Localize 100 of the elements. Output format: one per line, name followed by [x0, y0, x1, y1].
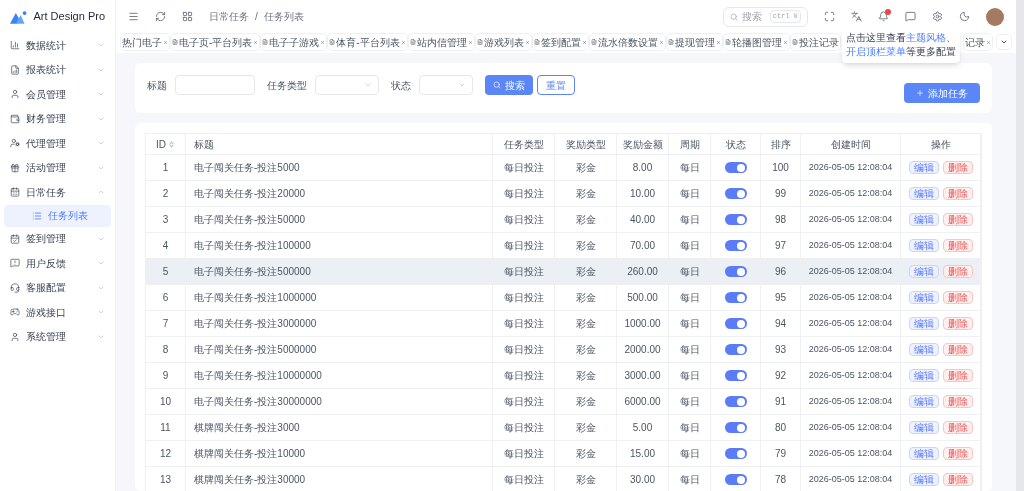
sidebar-item[interactable]: 日常任务 [0, 180, 115, 205]
delete-button[interactable]: 删除 [942, 473, 973, 486]
refresh-icon[interactable] [155, 11, 166, 22]
edit-button[interactable]: 编辑 [908, 213, 939, 226]
close-icon[interactable] [986, 39, 991, 45]
chat-icon[interactable] [905, 11, 916, 22]
edit-button[interactable]: 编辑 [908, 473, 939, 486]
status-switch[interactable] [724, 344, 747, 355]
edit-button[interactable]: 编辑 [908, 395, 939, 408]
sidebar-item[interactable]: 客服配置 [0, 275, 115, 300]
translate-icon[interactable] [851, 11, 862, 22]
close-icon[interactable] [782, 39, 788, 45]
edit-button[interactable]: 编辑 [908, 343, 939, 356]
delete-button[interactable]: 删除 [942, 187, 973, 200]
close-icon[interactable] [715, 39, 721, 45]
page-tab[interactable]: 站内信管理 [408, 34, 474, 50]
status-switch[interactable] [724, 214, 747, 225]
status-switch[interactable] [724, 188, 747, 199]
status-switch[interactable] [724, 474, 747, 485]
status-switch[interactable] [724, 240, 747, 251]
sidebar-item[interactable]: 用户反馈 [0, 251, 115, 276]
status-switch[interactable] [724, 266, 747, 277]
page-tab[interactable]: 游戏列表 [475, 34, 531, 50]
delete-button[interactable]: 删除 [942, 291, 973, 304]
delete-button[interactable]: 删除 [942, 213, 973, 226]
reset-button[interactable]: 重置 [537, 75, 575, 95]
edit-button[interactable]: 编辑 [908, 291, 939, 304]
delete-button[interactable]: 删除 [942, 161, 973, 174]
search-button[interactable]: 搜索 [485, 75, 533, 95]
add-task-button[interactable]: 添加任务 [904, 83, 980, 103]
sidebar-item[interactable]: 活动管理 [0, 155, 115, 180]
title-input[interactable] [175, 75, 255, 95]
close-icon[interactable] [658, 39, 664, 45]
delete-button[interactable]: 删除 [942, 239, 973, 252]
close-icon[interactable] [253, 39, 259, 45]
close-icon[interactable] [524, 39, 530, 45]
edit-button[interactable]: 编辑 [908, 447, 939, 460]
avatar[interactable] [986, 7, 1004, 26]
sidebar-subitem[interactable]: 任务列表 [4, 204, 111, 227]
delete-button[interactable]: 删除 [942, 265, 973, 278]
menu-icon[interactable] [128, 11, 139, 22]
page-tab[interactable]: 记录 [964, 34, 992, 50]
page-tab[interactable]: 轮播图管理 [723, 34, 789, 50]
select-field[interactable] [419, 75, 473, 95]
status-switch[interactable] [724, 448, 747, 459]
close-icon[interactable] [163, 39, 168, 45]
grid-icon[interactable] [182, 11, 193, 22]
edit-button[interactable]: 编辑 [908, 187, 939, 200]
tooltip-text: 点击这里查看 [846, 32, 906, 43]
sidebar-item[interactable]: 系统管理 [0, 324, 115, 349]
sidebar-item[interactable]: 报表统计 [0, 57, 115, 82]
edit-button[interactable]: 编辑 [908, 421, 939, 434]
moon-icon[interactable] [959, 11, 970, 22]
sidebar-item[interactable]: 财务管理 [0, 106, 115, 131]
sidebar-item[interactable]: 游戏接口 [0, 300, 115, 325]
sidebar-item[interactable]: 会员管理 [0, 82, 115, 107]
table-cell-text: 每日 [679, 187, 700, 201]
page-tab[interactable]: 签到配置 [532, 34, 588, 50]
tooltip-link[interactable]: 开启顶栏菜单 [846, 46, 906, 57]
page-tab[interactable]: 电子页-平台列表 [171, 34, 260, 50]
status-switch[interactable] [724, 422, 747, 433]
scrollbar[interactable] [1016, 0, 1024, 491]
status-switch[interactable] [724, 370, 747, 381]
bell-icon[interactable] [878, 11, 889, 22]
page-tab[interactable]: 体育-平台列表 [328, 34, 407, 50]
breadcrumb-item[interactable]: 日常任务 [209, 9, 249, 24]
status-switch[interactable] [724, 292, 747, 303]
edit-button[interactable]: 编辑 [908, 265, 939, 278]
page-tab[interactable]: 流水倍数设置 [589, 34, 665, 50]
delete-button[interactable]: 删除 [942, 421, 973, 434]
sort-icon[interactable] [168, 140, 175, 148]
edit-button[interactable]: 编辑 [908, 239, 939, 252]
delete-button[interactable]: 删除 [942, 317, 973, 330]
close-icon[interactable] [320, 39, 326, 45]
tooltip-link[interactable]: 主题风格 [906, 32, 946, 43]
sidebar-item[interactable]: 数据统计 [0, 33, 115, 58]
delete-button[interactable]: 删除 [942, 395, 973, 408]
table-cell-text: 电子闯关任务-投注500000 [194, 265, 311, 279]
delete-button[interactable]: 删除 [942, 369, 973, 382]
status-switch[interactable] [724, 318, 747, 329]
delete-button[interactable]: 删除 [942, 343, 973, 356]
sidebar-item[interactable]: 代理管理 [0, 131, 115, 156]
edit-button[interactable]: 编辑 [908, 317, 939, 330]
status-switch[interactable] [724, 162, 747, 173]
sidebar-item[interactable]: 签到管理 [0, 226, 115, 251]
settings-icon[interactable] [932, 11, 943, 22]
page-tab[interactable]: 投注记录 [790, 34, 840, 50]
page-tab[interactable]: 电子子游戏 [261, 34, 327, 50]
delete-button[interactable]: 删除 [942, 447, 973, 460]
fullscreen-icon[interactable] [824, 11, 835, 22]
breadcrumb-item[interactable]: 任务列表 [263, 9, 304, 24]
close-icon[interactable] [467, 39, 473, 45]
page-tab[interactable]: 热门电子 [121, 34, 169, 50]
status-switch[interactable] [724, 396, 747, 407]
select-field[interactable] [315, 75, 379, 95]
edit-button[interactable]: 编辑 [908, 369, 939, 382]
close-icon[interactable] [400, 39, 406, 45]
page-tab[interactable]: 提现管理 [666, 34, 722, 50]
close-icon[interactable] [581, 39, 587, 45]
edit-button[interactable]: 编辑 [908, 161, 939, 174]
